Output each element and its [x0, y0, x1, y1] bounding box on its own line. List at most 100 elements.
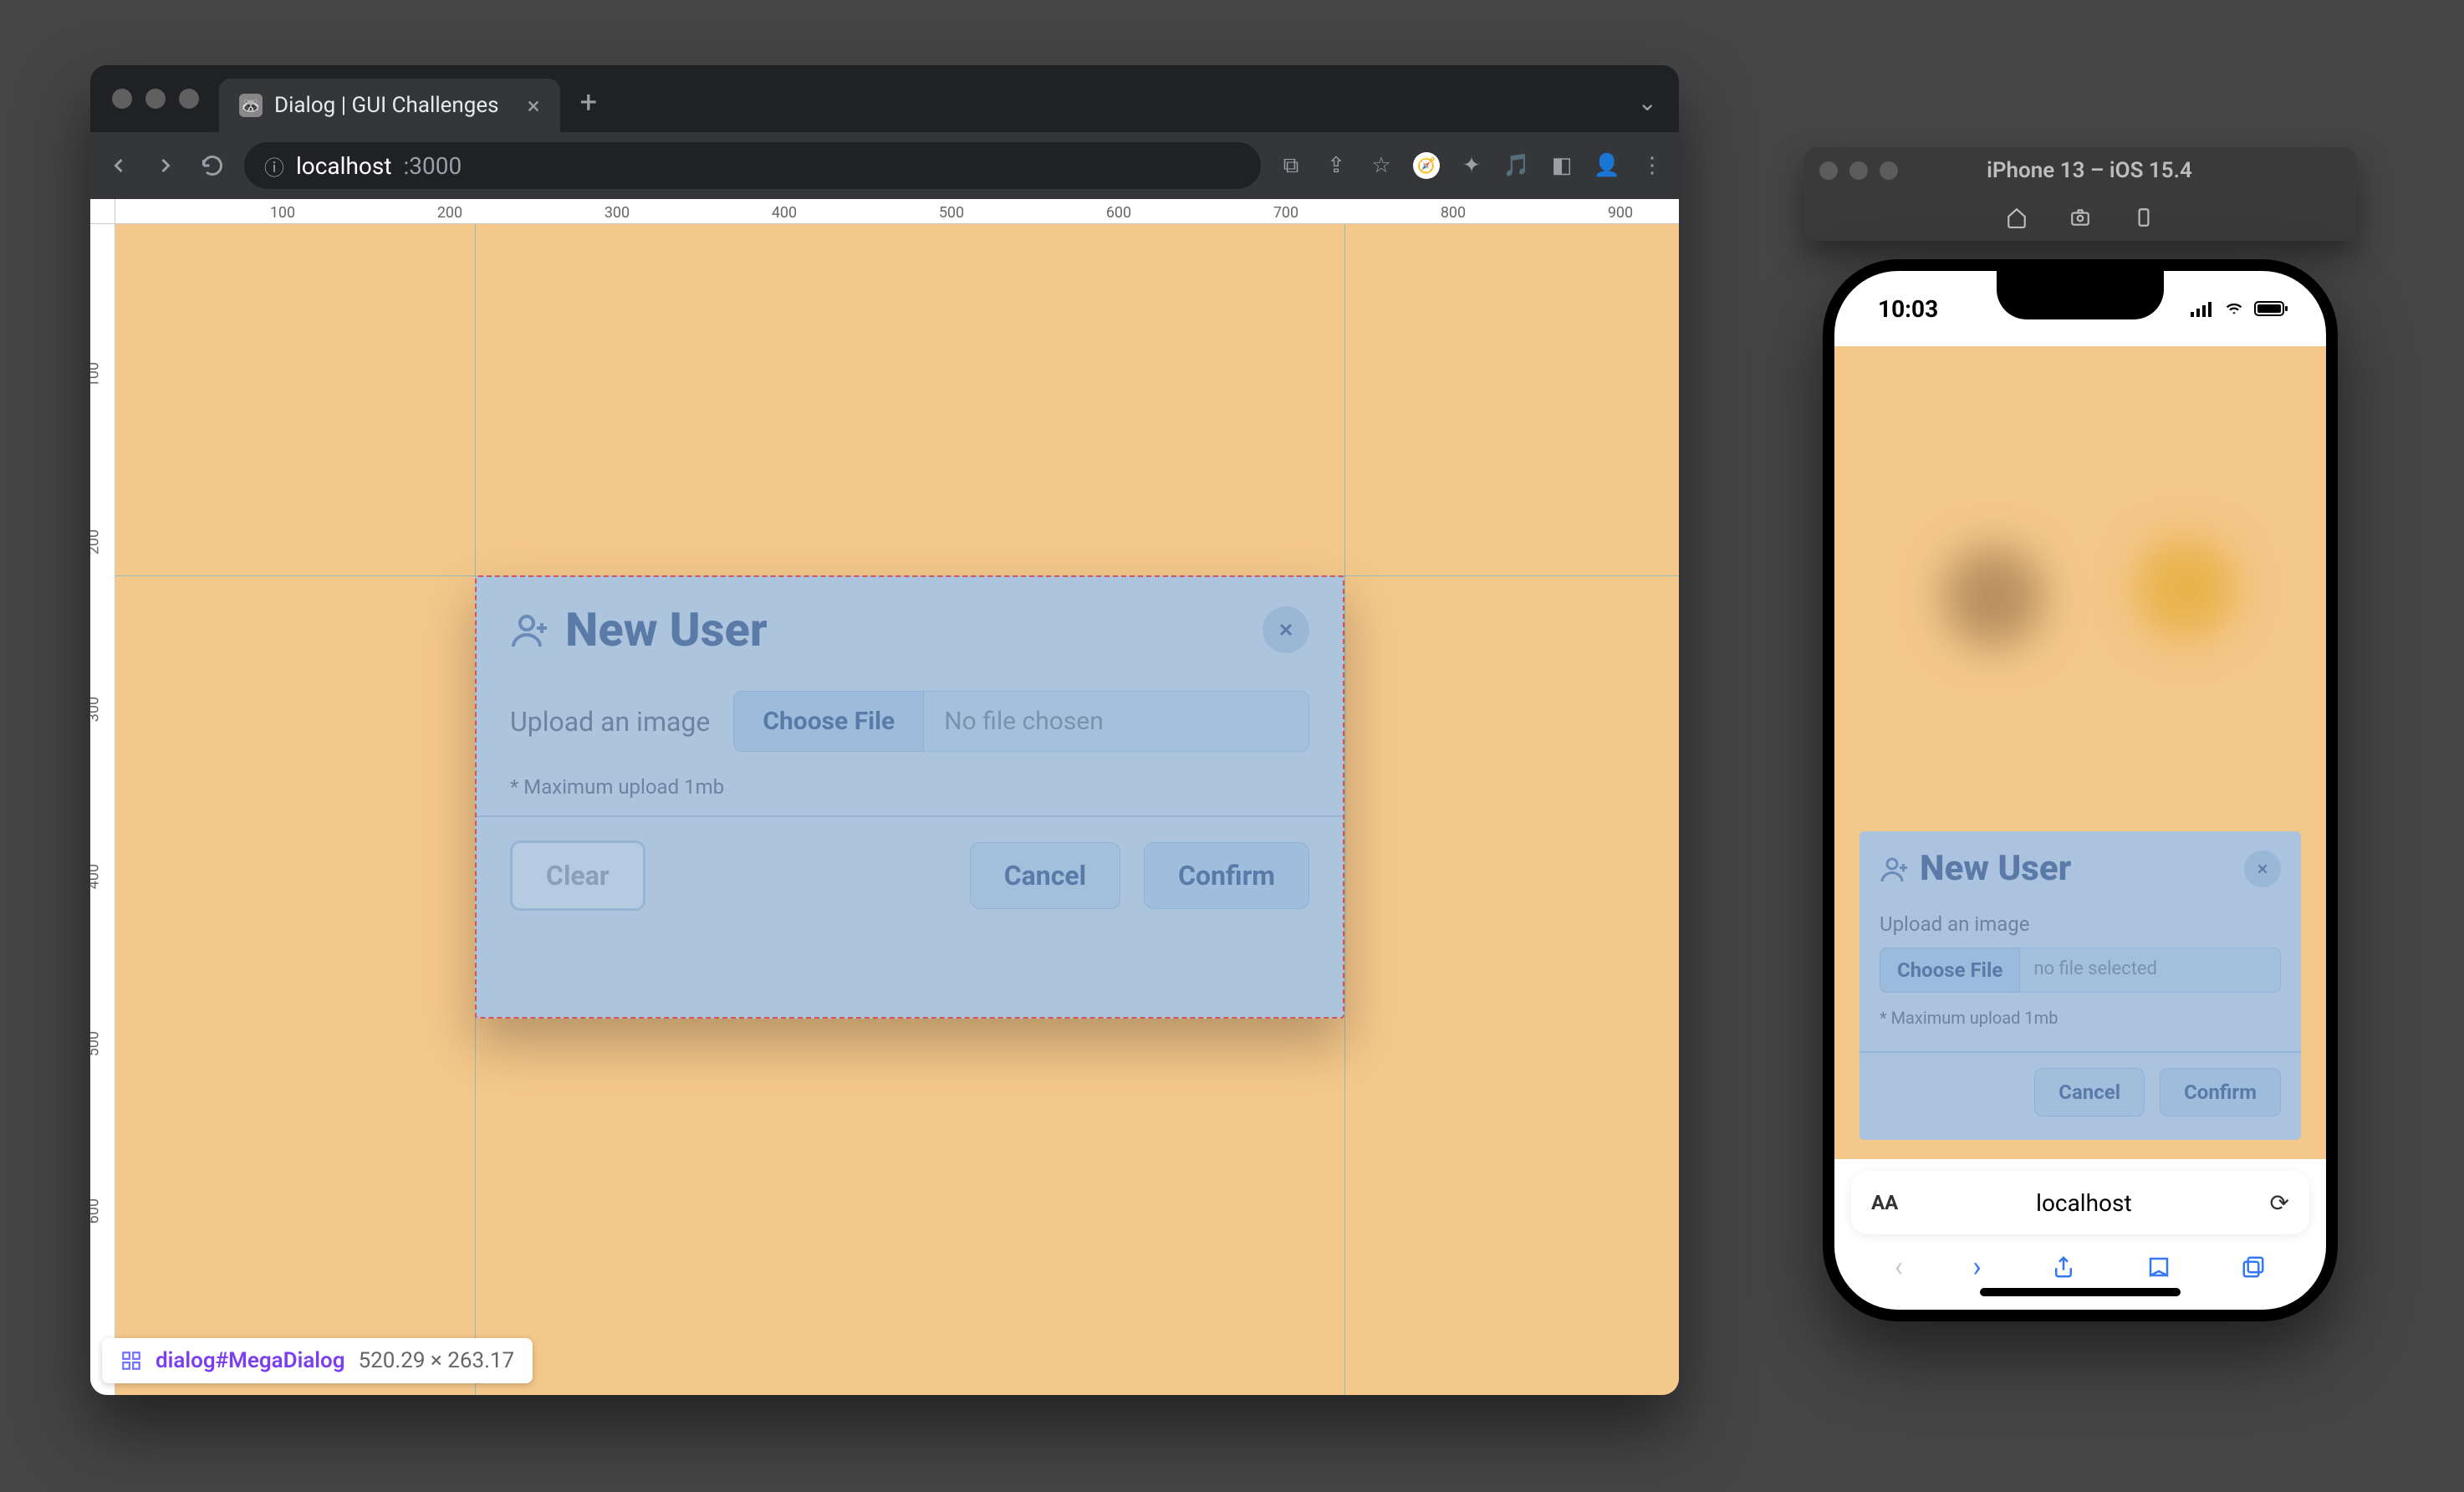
tabs-icon[interactable]	[2241, 1254, 2266, 1280]
clear-button[interactable]: Clear	[510, 841, 645, 911]
signal-icon	[2191, 300, 2214, 317]
ruler-tick: 200	[90, 525, 103, 559]
safari-url: localhost	[1898, 1189, 2269, 1217]
ruler-tick: 500	[90, 1027, 103, 1060]
upload-row: Upload an image Choose File No file chos…	[510, 691, 1309, 752]
minimize-window-icon[interactable]	[1849, 161, 1868, 180]
ruler-tick: 600	[90, 1194, 103, 1228]
close-dialog-button[interactable]	[2244, 851, 2281, 887]
maximize-window-icon[interactable]	[179, 89, 199, 109]
choose-file-button[interactable]: Choose File	[733, 691, 924, 752]
share-icon[interactable]: ⇪	[1323, 152, 1349, 179]
add-user-icon	[1880, 854, 1910, 884]
minimize-window-icon[interactable]	[145, 89, 166, 109]
new-tab-button[interactable]: +	[580, 84, 597, 120]
mega-dialog: New User Upload an image Choose File No …	[475, 575, 1344, 1019]
home-indicator[interactable]	[1980, 1288, 2181, 1296]
file-picker: Choose File No file chosen	[733, 691, 1309, 752]
close-window-icon[interactable]	[1819, 161, 1838, 180]
close-tab-icon[interactable]: ×	[528, 92, 540, 120]
add-user-icon	[510, 610, 550, 650]
page-canvas: New User Upload an image Choose File No …	[115, 224, 1679, 1395]
reload-button[interactable]	[197, 151, 227, 181]
grid-icon	[120, 1350, 142, 1372]
ruler-tick: 300	[90, 692, 103, 726]
tab-strip: 🦝 Dialog | GUI Challenges × + ⌄	[90, 65, 1679, 132]
dialog-body: Upload an image Choose File no file sele…	[1859, 906, 2301, 1035]
menu-icon[interactable]: ⋮	[1639, 152, 1666, 179]
screenshot-icon[interactable]	[2069, 207, 2091, 228]
favicon-icon: 🦝	[239, 94, 263, 117]
dialog-footer: Cancel Confirm	[1859, 1051, 2301, 1132]
maximize-window-icon[interactable]	[1880, 161, 1898, 180]
bookmark-icon[interactable]: ☆	[1368, 152, 1395, 179]
blur-decoration	[2135, 539, 2236, 639]
extension-icon[interactable]: 🧭	[1413, 152, 1440, 179]
iphone-screen: 10:03 New Us	[1834, 271, 2326, 1310]
element-selector: dialog#MegaDialog	[156, 1348, 345, 1373]
upload-hint: * Maximum upload 1mb	[510, 775, 1309, 799]
ruler-tick: 100	[90, 358, 103, 391]
dialog-title: New User	[1920, 848, 2071, 889]
tab-title: Dialog | GUI Challenges	[274, 93, 499, 118]
file-picker: Choose File no file selected	[1880, 948, 2281, 993]
notch	[1997, 271, 2164, 319]
dialog-header: New User	[477, 577, 1343, 674]
blur-decoration	[1943, 547, 2043, 647]
viewport: 100 200 300 400 500 600 700 800 900 100 …	[90, 199, 1679, 1395]
element-dimensions: 520.29 × 263.17	[359, 1348, 515, 1373]
extensions-puzzle-icon[interactable]: ✦	[1458, 152, 1485, 179]
ruler-tick: 600	[1106, 204, 1131, 222]
ruler-tick: 100	[270, 204, 295, 222]
text-size-icon[interactable]: AA	[1871, 1191, 1898, 1214]
ruler-tick: 400	[772, 204, 797, 222]
chrome-window: 🦝 Dialog | GUI Challenges × + ⌄ ⓘ localh…	[90, 65, 1679, 1395]
bookmarks-icon[interactable]	[2146, 1254, 2171, 1280]
close-window-icon[interactable]	[112, 89, 132, 109]
reload-icon[interactable]: ⟳	[2270, 1189, 2289, 1217]
close-dialog-button[interactable]	[1263, 606, 1309, 653]
browser-tab[interactable]: 🦝 Dialog | GUI Challenges ×	[219, 79, 560, 132]
vertical-ruler: 100 200 300 400 500 600	[90, 224, 115, 1395]
open-external-icon[interactable]: ⧉	[1278, 152, 1304, 179]
file-status: No file chosen	[924, 691, 1309, 752]
dialog-header: New User	[1859, 831, 2301, 906]
upload-label: Upload an image	[1880, 912, 2281, 936]
back-icon[interactable]: ‹	[1895, 1250, 1903, 1284]
horizontal-ruler: 100 200 300 400 500 600 700 800 900	[115, 199, 1679, 224]
sidepanel-icon[interactable]: ◧	[1548, 152, 1575, 179]
simulator-window: iPhone 13 – iOS 15.4	[1804, 147, 2356, 241]
home-icon[interactable]	[2006, 207, 2028, 228]
profile-icon[interactable]: 👤	[1594, 152, 1620, 179]
ruler-tick: 400	[90, 860, 103, 893]
phone-page: New User Upload an image Choose File no …	[1834, 346, 2326, 1159]
media-icon[interactable]: 🎵	[1503, 152, 1530, 179]
share-icon[interactable]	[2051, 1254, 2076, 1280]
site-info-icon[interactable]: ⓘ	[264, 151, 284, 181]
tabs-dropdown-icon[interactable]: ⌄	[1638, 89, 1657, 116]
status-icons	[2191, 300, 2289, 317]
mega-dialog-mobile: New User Upload an image Choose File no …	[1859, 831, 2301, 1140]
cancel-button[interactable]: Cancel	[970, 842, 1120, 909]
battery-icon	[2254, 300, 2289, 317]
back-button[interactable]	[104, 151, 134, 181]
safari-address-bar[interactable]: AA localhost ⟳	[1851, 1171, 2309, 1234]
file-status: no file selected	[2020, 948, 2281, 993]
confirm-button[interactable]: Confirm	[2160, 1068, 2281, 1116]
devtools-element-badge: dialog#MegaDialog 520.29 × 263.17	[102, 1338, 533, 1383]
dialog-title: New User	[565, 602, 768, 657]
cancel-button[interactable]: Cancel	[2034, 1068, 2145, 1116]
choose-file-button[interactable]: Choose File	[1880, 948, 2020, 993]
forward-button[interactable]	[150, 151, 181, 181]
forward-icon[interactable]: ›	[1972, 1250, 1981, 1284]
url-port: :3000	[403, 152, 462, 180]
upload-hint: * Maximum upload 1mb	[1880, 1008, 2281, 1028]
rotate-icon[interactable]	[2133, 207, 2155, 228]
upload-label: Upload an image	[510, 706, 710, 738]
confirm-button[interactable]: Confirm	[1144, 842, 1309, 909]
iphone-device: 10:03 New Us	[1823, 259, 2338, 1321]
guide-line	[1344, 224, 1345, 1395]
url-field[interactable]: ⓘ localhost:3000	[244, 142, 1261, 189]
simulator-toolbar	[1804, 194, 2356, 241]
toolbar-icons: ⧉ ⇪ ☆ 🧭 ✦ 🎵 ◧ 👤 ⋮	[1278, 152, 1666, 179]
